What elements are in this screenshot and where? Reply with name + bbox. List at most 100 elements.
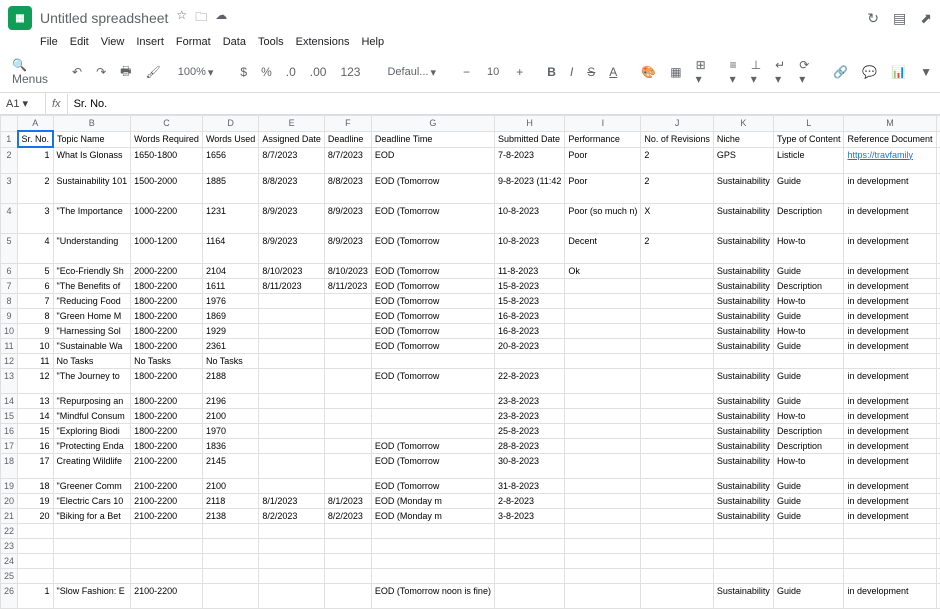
cell[interactable]: in development (844, 478, 936, 493)
row-header[interactable]: 15 (1, 408, 18, 423)
cell[interactable] (18, 538, 54, 553)
cell[interactable] (494, 523, 564, 538)
cell[interactable]: "The Benefits of (53, 278, 131, 293)
cell[interactable]: in development (844, 173, 936, 203)
cell[interactable]: Use the trellage (936, 278, 940, 293)
cell[interactable] (259, 338, 325, 353)
cell[interactable]: 3 (18, 203, 54, 233)
cell[interactable]: EOD (Monday m (371, 508, 494, 523)
cell[interactable]: Description (773, 203, 844, 233)
cell[interactable] (53, 538, 131, 553)
cell[interactable] (259, 583, 325, 608)
spreadsheet-grid[interactable]: ABCDEFGHIJKLMNOPQRS1Sr. No.Topic NameWor… (0, 115, 940, 609)
borders-button[interactable]: ▦ (666, 63, 685, 81)
cell[interactable]: Description (773, 278, 844, 293)
cell[interactable]: 17 (18, 453, 54, 478)
cell[interactable]: EOD (Tomorrow (371, 263, 494, 278)
cell[interactable]: in development (844, 438, 936, 453)
cell[interactable] (641, 323, 714, 338)
cell[interactable]: 8 (18, 308, 54, 323)
cell[interactable] (131, 568, 203, 583)
cell[interactable]: in development (844, 233, 936, 263)
cell[interactable] (324, 453, 371, 478)
cell[interactable]: 1885 (202, 173, 258, 203)
cell[interactable] (494, 553, 564, 568)
cell[interactable] (324, 293, 371, 308)
cell[interactable] (324, 338, 371, 353)
col-header[interactable] (1, 116, 18, 132)
cell[interactable] (565, 393, 641, 408)
halign-button[interactable]: ≡ ▾ (726, 56, 741, 88)
cell[interactable]: "Mindful Consum (53, 408, 131, 423)
cell[interactable]: "Sustainable Wa (53, 338, 131, 353)
cell[interactable]: 14 (18, 408, 54, 423)
bold-button[interactable]: B (543, 63, 560, 81)
row-header[interactable]: 7 (1, 278, 18, 293)
cell[interactable]: "Green Home M (53, 308, 131, 323)
cell[interactable]: 2100-2200 (131, 508, 203, 523)
cell[interactable]: 1800-2200 (131, 338, 203, 353)
more-formats-button[interactable]: 123 (336, 63, 364, 81)
cell[interactable]: 8/10/2023 (324, 263, 371, 278)
cell[interactable]: 2104 (202, 263, 258, 278)
cell[interactable]: 1800-2200 (131, 393, 203, 408)
menu-extensions[interactable]: Extensions (296, 36, 350, 48)
cell[interactable]: 18 (18, 478, 54, 493)
cell[interactable]: "Harnessing Sol (53, 323, 131, 338)
cell[interactable]: Guide (773, 173, 844, 203)
cell[interactable]: "The Journey to (53, 368, 131, 393)
percent-button[interactable]: % (257, 63, 276, 81)
cell[interactable]: 8/2/2023 (259, 508, 325, 523)
row-header[interactable]: 13 (1, 368, 18, 393)
cell[interactable]: in development (844, 493, 936, 508)
header-cell[interactable]: Words Used (202, 131, 258, 147)
row-header[interactable]: 5 (1, 233, 18, 263)
cell[interactable]: in development (844, 393, 936, 408)
cell[interactable]: Use the trellage (936, 508, 940, 523)
menu-help[interactable]: Help (361, 36, 384, 48)
cell[interactable]: 2138 (202, 508, 258, 523)
cell[interactable]: https://travfamily (844, 147, 936, 173)
cell[interactable]: 2100-2200 (131, 453, 203, 478)
cell[interactable]: 8/11/2023 (324, 278, 371, 293)
cell[interactable]: "Biking for a Bet (53, 508, 131, 523)
cell[interactable]: in development (844, 278, 936, 293)
cell[interactable]: 11-8-2023 (494, 263, 564, 278)
cell[interactable]: Poor (565, 147, 641, 173)
cell[interactable]: Listicle (773, 147, 844, 173)
cell[interactable] (259, 323, 325, 338)
cell[interactable]: 25-8-2023 (494, 423, 564, 438)
cell[interactable] (371, 568, 494, 583)
cell[interactable]: "Reducing Food (53, 293, 131, 308)
cell[interactable] (324, 538, 371, 553)
cell[interactable]: 15-8-2023 (494, 278, 564, 293)
cell[interactable] (324, 393, 371, 408)
cell[interactable]: How-to (773, 233, 844, 263)
menu-format[interactable]: Format (176, 36, 211, 48)
cell[interactable] (641, 478, 714, 493)
print-button[interactable]: 🖶 (116, 60, 135, 85)
cell[interactable] (371, 393, 494, 408)
cell[interactable]: 9 (18, 323, 54, 338)
cell[interactable]: 8/9/2023 (259, 233, 325, 263)
menu-edit[interactable]: Edit (70, 36, 89, 48)
cell[interactable]: EOD (371, 147, 494, 173)
cell[interactable]: "Repurposing an (53, 393, 131, 408)
cell[interactable]: No Tasks (131, 353, 203, 368)
header-cell[interactable]: Niche (713, 131, 773, 147)
cell[interactable]: 8/1/2023 (324, 493, 371, 508)
cell[interactable]: "The Importance (53, 203, 131, 233)
cell[interactable] (202, 568, 258, 583)
cell[interactable]: Use the trellage (936, 438, 940, 453)
cell[interactable]: 2100-2200 (131, 493, 203, 508)
cell[interactable]: How-to (773, 323, 844, 338)
cell[interactable]: EOD (Tomorrow (371, 293, 494, 308)
cell[interactable] (202, 523, 258, 538)
star-icon[interactable]: ☆ (176, 8, 187, 29)
col-header[interactable]: A (18, 116, 54, 132)
cell[interactable]: 16-8-2023 (494, 308, 564, 323)
col-header[interactable]: C (131, 116, 203, 132)
cell[interactable]: 8/2/2023 (324, 508, 371, 523)
cell[interactable]: 1800-2200 (131, 323, 203, 338)
cell[interactable]: 8/7/2023 (259, 147, 325, 173)
